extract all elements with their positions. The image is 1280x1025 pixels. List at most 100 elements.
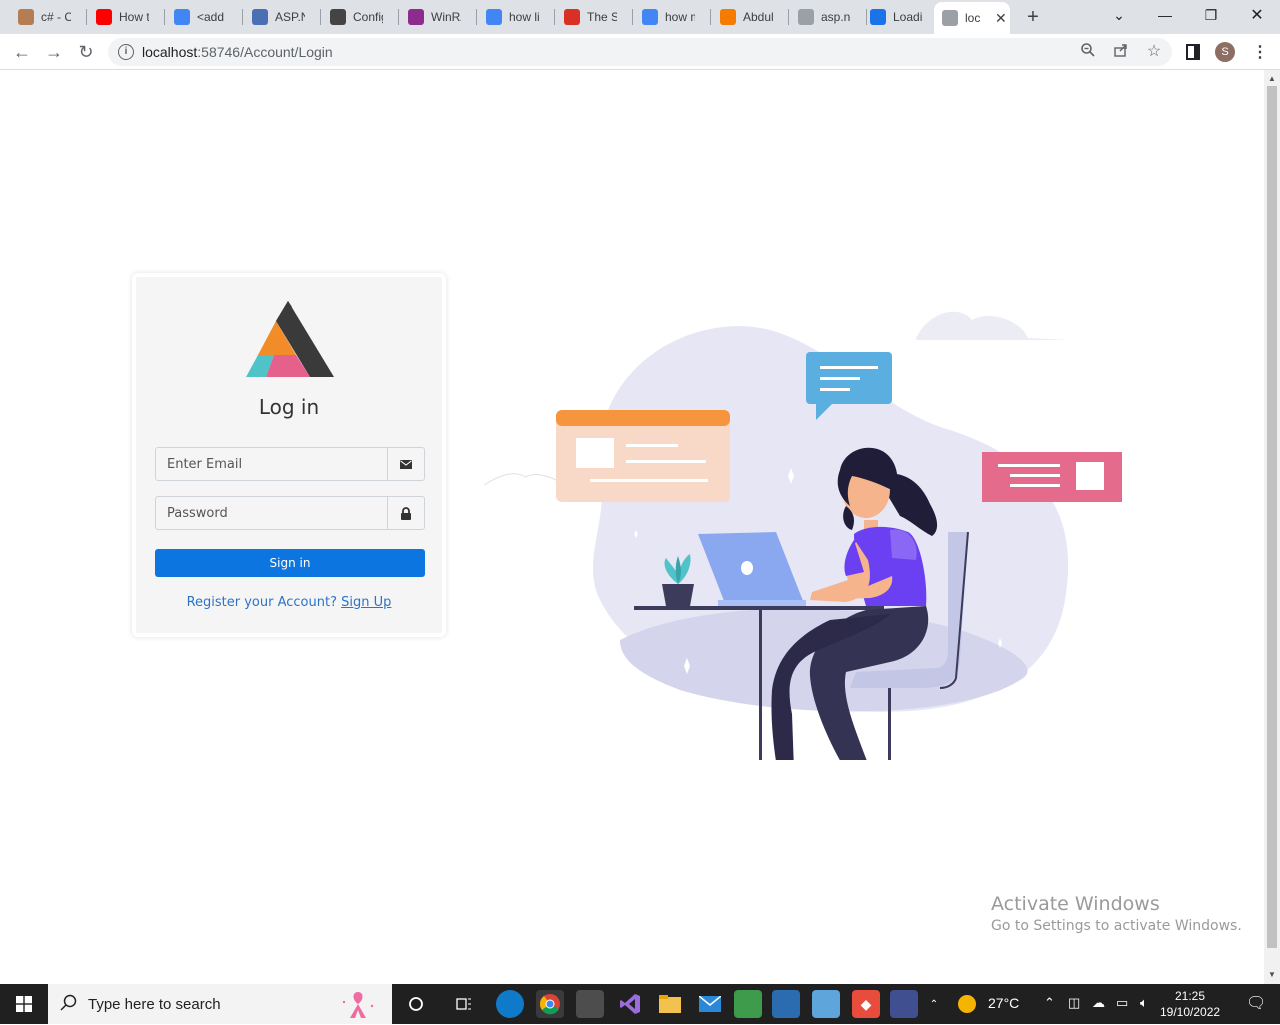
password-field: [155, 496, 425, 530]
tab-label: Config: [353, 10, 383, 24]
menu-kebab-icon[interactable]: ⋮: [1252, 42, 1268, 62]
edge-icon[interactable]: [496, 990, 524, 1018]
browser-tab[interactable]: c# - Co: [10, 0, 82, 34]
tab-label: asp.net: [821, 10, 851, 24]
start-button[interactable]: [0, 984, 48, 1024]
cortana-icon[interactable]: [402, 990, 430, 1018]
tab-label: Loadin: [893, 10, 923, 24]
reload-button[interactable]: ↻: [72, 38, 100, 66]
windows-taskbar: Type here to search ◆ ⌃ 27°C ⌃ ◫ ☁ ▭ 🔈︎ …: [0, 984, 1280, 1024]
tab-label: how liv: [509, 10, 539, 24]
browser-tab[interactable]: how m: [634, 0, 706, 34]
tools-app-icon[interactable]: [576, 990, 604, 1018]
email-field: [155, 447, 425, 481]
sign-up-link[interactable]: Sign Up: [341, 595, 391, 610]
browser-tab[interactable]: The Sn: [556, 0, 628, 34]
aspnet-icon: [252, 9, 268, 25]
app-icon-red[interactable]: ◆: [852, 990, 880, 1018]
tab-separator: [242, 9, 243, 25]
tab-label: Abdul: [743, 10, 773, 24]
login-card: Log in Sign in Register your Account? Si…: [132, 273, 446, 637]
scroll-up-arrow-icon[interactable]: ▲: [1268, 74, 1276, 83]
volume-icon[interactable]: 🔈︎: [1140, 995, 1148, 1011]
ribbon-icon: [338, 988, 378, 1020]
scrollbar-thumb[interactable]: [1267, 86, 1277, 948]
tab-search-chevron-icon[interactable]: ⌄: [1096, 0, 1142, 30]
notification-icon[interactable]: 🗨︎: [1246, 993, 1266, 1013]
clock-date: 19/10/2022: [1160, 1005, 1221, 1019]
tab-label: WinRA: [431, 10, 461, 24]
onedrive-icon[interactable]: ☁: [1092, 995, 1105, 1011]
browser-tab[interactable]: Config: [322, 0, 394, 34]
tab-separator: [398, 9, 399, 25]
app-icon-screen[interactable]: [890, 990, 918, 1018]
overflow-chevron-icon[interactable]: ⌃: [926, 990, 942, 1018]
visual-studio-icon[interactable]: [616, 990, 644, 1018]
address-bar[interactable]: i localhost:58746/Account/Login ☆: [108, 38, 1172, 66]
browser-tab[interactable]: Abdul: [712, 0, 784, 34]
browser-tab[interactable]: Loadin: [862, 0, 934, 34]
sign-in-button[interactable]: Sign in: [155, 549, 425, 577]
share-icon[interactable]: [1111, 42, 1131, 62]
close-window-button[interactable]: ✕: [1234, 0, 1280, 30]
browser-tab[interactable]: ASP.NE: [244, 0, 316, 34]
tab-separator: [632, 9, 633, 25]
browser-tab[interactable]: How to: [88, 0, 160, 34]
tab-separator: [788, 9, 789, 25]
browser-tab[interactable]: asp.net: [790, 0, 862, 34]
watermark-title: Activate Windows: [991, 893, 1160, 915]
register-prompt: Register your Account? Sign Up: [136, 595, 442, 610]
app-icon-window[interactable]: [812, 990, 840, 1018]
browser-tab[interactable]: <add r: [166, 0, 238, 34]
app-icon-blue[interactable]: [772, 990, 800, 1018]
clock-time: 21:25: [1174, 989, 1206, 1003]
loading-icon: [870, 9, 886, 25]
lock-icon: [387, 497, 424, 529]
page-viewport: Log in Sign in Register your Account? Si…: [0, 70, 1264, 984]
google-icon: [642, 9, 658, 25]
watermark-subtitle: Go to Settings to activate Windows.: [991, 918, 1242, 934]
chrome-icon[interactable]: [536, 990, 564, 1018]
browser-tab[interactable]: how liv: [478, 0, 550, 34]
media-app-icon[interactable]: [734, 990, 762, 1018]
new-tab-button[interactable]: +: [1022, 6, 1044, 28]
clock[interactable]: 21:25 19/10/2022: [1160, 988, 1220, 1020]
browser-toolbar: ← → ↻ i localhost:58746/Account/Login ☆ …: [0, 34, 1280, 70]
weather-temp[interactable]: 27°C: [988, 995, 1019, 1011]
back-button[interactable]: ←: [8, 38, 36, 66]
brand-logo: [246, 301, 334, 377]
browser-tab-strip: c# - Co How to <add r ASP.NE Config WinRA how …: [0, 0, 1280, 34]
network-icon[interactable]: ▭: [1116, 995, 1128, 1011]
side-panel-icon[interactable]: [1186, 44, 1200, 60]
page-scrollbar[interactable]: ▲ ▼: [1264, 70, 1280, 984]
forward-button[interactable]: →: [40, 38, 68, 66]
mail-icon[interactable]: [696, 990, 724, 1018]
email-input[interactable]: [156, 448, 388, 480]
page-title: Log in: [258, 395, 320, 419]
zoom-icon[interactable]: [1078, 42, 1098, 62]
tab-separator: [554, 9, 555, 25]
tab-label: <add r: [197, 10, 227, 24]
file-explorer-icon[interactable]: [656, 990, 684, 1018]
tab-close-icon[interactable]: ✕: [995, 10, 1007, 27]
password-input[interactable]: [156, 497, 388, 529]
tray-chevron-icon[interactable]: ⌃: [1044, 995, 1055, 1011]
bookmark-star-icon[interactable]: ☆: [1144, 42, 1164, 62]
minimize-button[interactable]: —: [1142, 0, 1188, 30]
search-placeholder: Type here to search: [88, 996, 221, 1013]
tab-label: ASP.NE: [275, 10, 305, 24]
url-text[interactable]: localhost:58746/Account/Login: [142, 44, 333, 60]
tab-separator: [164, 9, 165, 25]
profile-avatar[interactable]: S: [1215, 42, 1235, 62]
meet-now-icon[interactable]: ◫: [1068, 995, 1080, 1011]
browser-tab[interactable]: loc ✕: [934, 2, 1010, 34]
tab-label: The Sn: [587, 10, 617, 24]
browser-tab[interactable]: WinRA: [400, 0, 472, 34]
site-info-icon[interactable]: i: [118, 44, 134, 60]
taskbar-search[interactable]: Type here to search: [48, 984, 392, 1024]
scroll-down-arrow-icon[interactable]: ▼: [1268, 970, 1276, 979]
restore-button[interactable]: ❐: [1188, 0, 1234, 30]
task-view-icon[interactable]: [450, 990, 478, 1018]
envelope-icon: [387, 448, 424, 480]
vercel-icon: [330, 9, 346, 25]
